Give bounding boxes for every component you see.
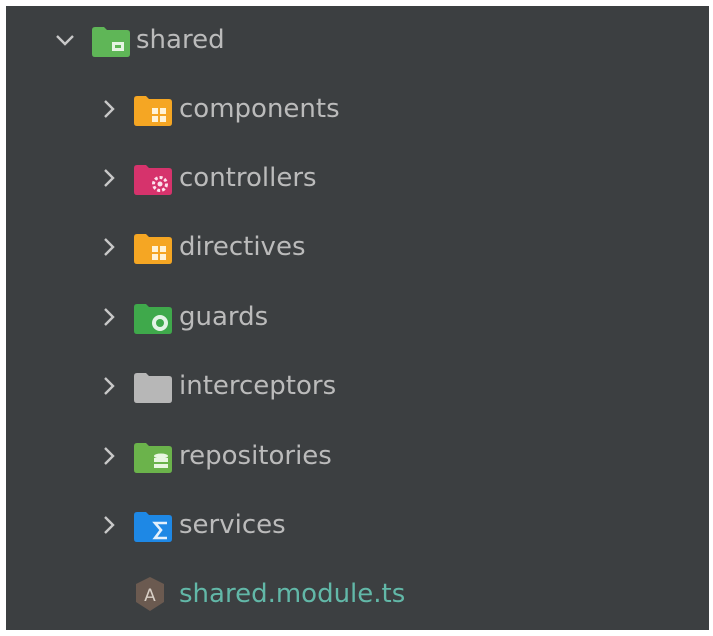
directives-folder-icon [134,234,172,264]
chevron-right-icon[interactable] [98,306,120,328]
tree-row-shared[interactable]: shared [6,10,709,70]
chevron-right-icon[interactable] [98,375,120,397]
tree-label: directives [179,232,306,262]
folder-icon [134,373,172,403]
chevron-right-icon[interactable] [98,236,120,258]
tree-row-controllers[interactable]: controllers [6,148,709,208]
tree-label: interceptors [179,371,337,401]
chevron-right-icon[interactable] [98,167,120,189]
tree-row-services[interactable]: services [6,495,709,555]
guards-folder-icon [134,304,172,334]
tree-row-interceptors[interactable]: interceptors [6,356,709,416]
tree-label: services [179,510,286,540]
chevron-down-icon[interactable] [54,29,76,51]
services-folder-icon [134,512,172,542]
tree-row-guards[interactable]: guards [6,287,709,347]
angular-icon: A [136,577,164,611]
tree-row-file[interactable]: A shared.module.ts [6,564,709,624]
tree-row-directives[interactable]: directives [6,217,709,277]
chevron-right-icon[interactable] [98,98,120,120]
chevron-right-icon[interactable] [98,514,120,536]
tree-label: repositories [179,441,332,471]
project-tree: shared components controllers directives… [6,6,709,630]
controllers-folder-icon [134,165,172,195]
tree-row-components[interactable]: components [6,79,709,139]
tree-label: controllers [179,163,317,193]
tree-label: shared [136,25,225,55]
tree-label: guards [179,302,269,332]
svg-text:A: A [144,586,156,606]
repositories-folder-icon [134,443,172,473]
tree-label: components [179,94,340,124]
chevron-right-icon[interactable] [98,445,120,467]
components-folder-icon [134,96,172,126]
module-folder-icon [92,27,130,57]
file-label: shared.module.ts [179,579,406,609]
tree-row-repositories[interactable]: repositories [6,426,709,486]
